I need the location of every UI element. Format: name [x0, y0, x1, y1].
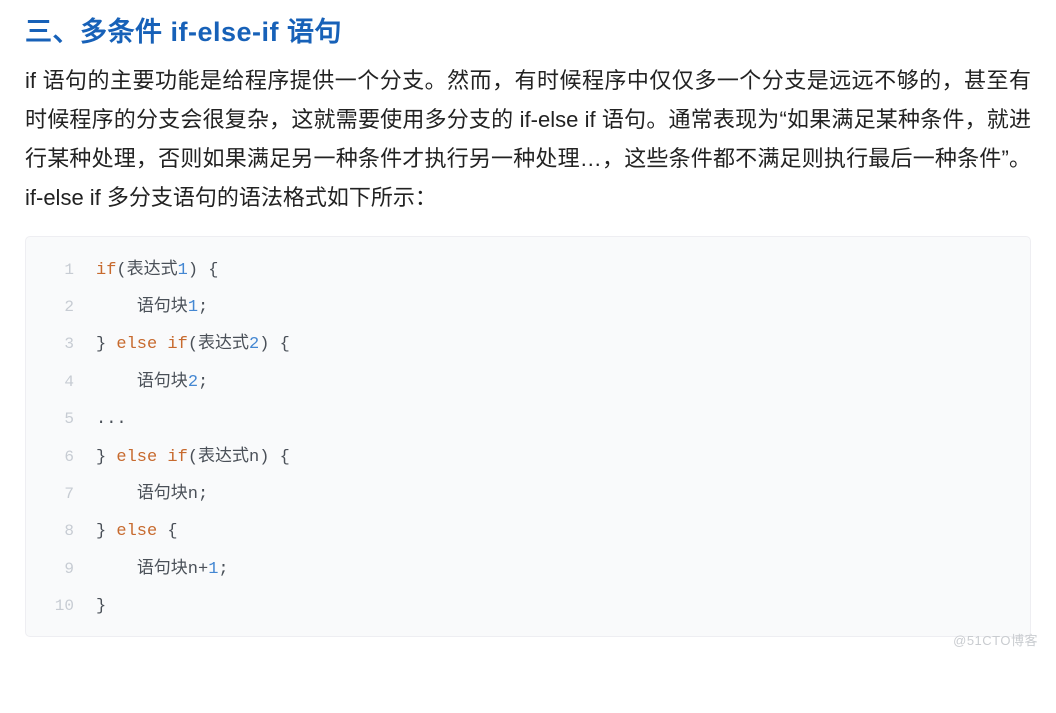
code-line: 2 语句块1;: [44, 289, 1012, 326]
code-content: 语句块n+1;: [96, 551, 229, 588]
code-content: if(表达式1) {: [96, 252, 218, 289]
line-number: 6: [44, 440, 74, 475]
section-paragraph: if 语句的主要功能是给程序提供一个分支。然而，有时候程序中仅仅多一个分支是远远…: [25, 61, 1031, 218]
watermark: @51CTO博客: [953, 630, 1038, 649]
code-block: 1if(表达式1) {2 语句块1;3} else if(表达式2) {4 语句…: [25, 236, 1031, 637]
code-line: 7 语句块n;: [44, 476, 1012, 513]
code-content: 语句块n;: [96, 476, 208, 513]
line-number: 9: [44, 552, 74, 587]
code-line: 3 } else if(表达式2) {: [44, 326, 1012, 363]
code-line: 9 语句块n+1;: [44, 551, 1012, 588]
code-content: } else if(表达式2) {: [96, 326, 290, 363]
section-heading: 三、多条件 if-else-if 语句: [25, 10, 1031, 49]
line-number: 7: [44, 477, 74, 512]
line-number: 1: [44, 253, 74, 288]
code-line: 1 if(表达式1) {: [44, 252, 1012, 289]
code-content: } else {: [96, 513, 178, 550]
code-content: 语句块1;: [96, 289, 208, 326]
line-number: 8: [44, 514, 74, 549]
code-line: 5...: [44, 401, 1012, 438]
code-content: }: [96, 588, 106, 625]
line-number: 4: [44, 365, 74, 400]
line-number: 5: [44, 402, 74, 437]
line-number: 2: [44, 290, 74, 325]
code-content: } else if(表达式n) {: [96, 439, 290, 476]
code-line: 10}: [44, 588, 1012, 625]
code-content: ...: [96, 401, 127, 438]
line-number: 10: [44, 589, 74, 624]
code-line: 8 } else {: [44, 513, 1012, 550]
code-line: 6 } else if(表达式n) {: [44, 439, 1012, 476]
line-number: 3: [44, 327, 74, 362]
code-content: 语句块2;: [96, 364, 208, 401]
code-line: 4 语句块2;: [44, 364, 1012, 401]
